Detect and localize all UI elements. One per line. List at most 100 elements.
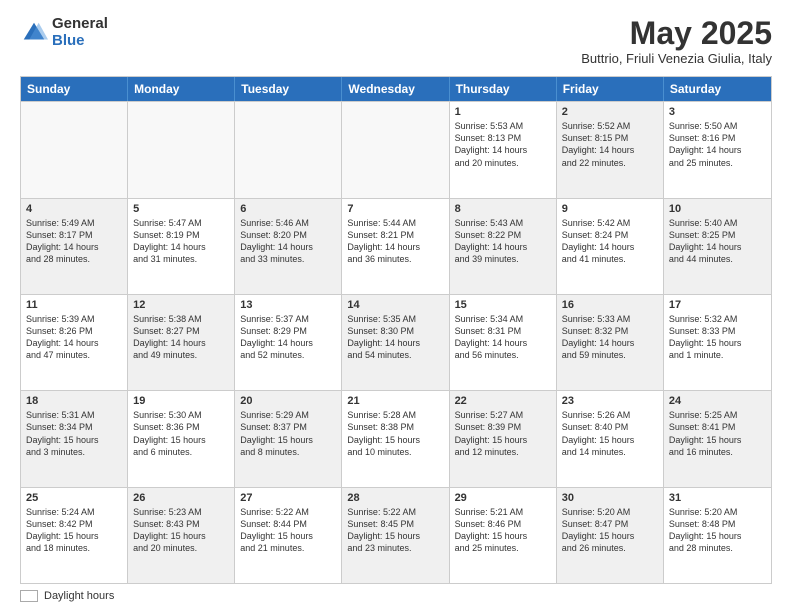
cal-cell: 6 Sunrise: 5:46 AM Sunset: 8:20 PM Daylig…: [235, 199, 342, 294]
cal-cell: 28 Sunrise: 5:22 AM Sunset: 8:45 PM Dayli…: [342, 488, 449, 583]
cell-text: Sunrise: 5:39 AM Sunset: 8:26 PM Dayligh…: [26, 313, 122, 362]
cell-text: Sunrise: 5:37 AM Sunset: 8:29 PM Dayligh…: [240, 313, 336, 362]
cal-cell: 25 Sunrise: 5:24 AM Sunset: 8:42 PM Dayli…: [21, 488, 128, 583]
day-number: 16: [562, 299, 658, 311]
day-number: 2: [562, 106, 658, 118]
day-number: 4: [26, 203, 122, 215]
cal-row: 1 Sunrise: 5:53 AM Sunset: 8:13 PM Daylig…: [21, 101, 771, 197]
cell-text: Sunrise: 5:33 AM Sunset: 8:32 PM Dayligh…: [562, 313, 658, 362]
cal-cell: 2 Sunrise: 5:52 AM Sunset: 8:15 PM Daylig…: [557, 102, 664, 197]
day-number: 18: [26, 395, 122, 407]
day-number: 15: [455, 299, 551, 311]
title-block: May 2025 Buttrio, Friuli Venezia Giulia,…: [581, 16, 772, 66]
cell-text: Sunrise: 5:53 AM Sunset: 8:13 PM Dayligh…: [455, 120, 551, 169]
cell-text: Sunrise: 5:52 AM Sunset: 8:15 PM Dayligh…: [562, 120, 658, 169]
month-title: May 2025: [581, 16, 772, 51]
cal-row: 25 Sunrise: 5:24 AM Sunset: 8:42 PM Dayli…: [21, 487, 771, 583]
cell-text: Sunrise: 5:43 AM Sunset: 8:22 PM Dayligh…: [455, 217, 551, 266]
cal-cell: 22 Sunrise: 5:27 AM Sunset: 8:39 PM Dayli…: [450, 391, 557, 486]
cell-text: Sunrise: 5:22 AM Sunset: 8:44 PM Dayligh…: [240, 506, 336, 555]
calendar-header: SundayMondayTuesdayWednesdayThursdayFrid…: [21, 77, 771, 101]
cal-cell: 3Sunrise: 5:50 AM Sunset: 8:16 PM Daylig…: [664, 102, 771, 197]
cal-cell: 15 Sunrise: 5:34 AM Sunset: 8:31 PM Dayli…: [450, 295, 557, 390]
cal-cell: 26 Sunrise: 5:23 AM Sunset: 8:43 PM Dayli…: [128, 488, 235, 583]
day-number: 6: [240, 203, 336, 215]
cell-text: Sunrise: 5:22 AM Sunset: 8:45 PM Dayligh…: [347, 506, 443, 555]
cell-text: Sunrise: 5:38 AM Sunset: 8:27 PM Dayligh…: [133, 313, 229, 362]
day-number: 7: [347, 203, 443, 215]
logo: General Blue: [20, 16, 108, 49]
cal-header-cell: Monday: [128, 77, 235, 101]
header: General Blue May 2025 Buttrio, Friuli Ve…: [20, 16, 772, 66]
cal-cell: 5 Sunrise: 5:47 AM Sunset: 8:19 PM Daylig…: [128, 199, 235, 294]
cal-cell: 27 Sunrise: 5:22 AM Sunset: 8:44 PM Dayli…: [235, 488, 342, 583]
cal-cell: 19 Sunrise: 5:30 AM Sunset: 8:36 PM Dayli…: [128, 391, 235, 486]
day-number: 20: [240, 395, 336, 407]
cal-header-cell: Saturday: [664, 77, 771, 101]
cell-text: Sunrise: 5:29 AM Sunset: 8:37 PM Dayligh…: [240, 409, 336, 458]
cell-text: Sunrise: 5:27 AM Sunset: 8:39 PM Dayligh…: [455, 409, 551, 458]
cell-text: Sunrise: 5:20 AM Sunset: 8:48 PM Dayligh…: [669, 506, 766, 555]
cal-cell: 21Sunrise: 5:28 AM Sunset: 8:38 PM Dayli…: [342, 391, 449, 486]
page: General Blue May 2025 Buttrio, Friuli Ve…: [0, 0, 792, 612]
day-number: 30: [562, 492, 658, 504]
cell-text: Sunrise: 5:32 AM Sunset: 8:33 PM Dayligh…: [669, 313, 766, 362]
cal-cell: 4Sunrise: 5:49 AM Sunset: 8:17 PM Daylig…: [21, 199, 128, 294]
cal-cell: 10Sunrise: 5:40 AM Sunset: 8:25 PM Dayli…: [664, 199, 771, 294]
cal-cell: 8Sunrise: 5:43 AM Sunset: 8:22 PM Daylig…: [450, 199, 557, 294]
day-number: 5: [133, 203, 229, 215]
cal-row: 11 Sunrise: 5:39 AM Sunset: 8:26 PM Dayli…: [21, 294, 771, 390]
day-number: 28: [347, 492, 443, 504]
cell-text: Sunrise: 5:46 AM Sunset: 8:20 PM Dayligh…: [240, 217, 336, 266]
cal-cell: 12 Sunrise: 5:38 AM Sunset: 8:27 PM Dayli…: [128, 295, 235, 390]
day-number: 23: [562, 395, 658, 407]
day-number: 22: [455, 395, 551, 407]
calendar: SundayMondayTuesdayWednesdayThursdayFrid…: [20, 76, 772, 584]
cal-cell: 9Sunrise: 5:42 AM Sunset: 8:24 PM Daylig…: [557, 199, 664, 294]
logo-icon: [20, 19, 48, 47]
day-number: 17: [669, 299, 766, 311]
legend-label: Daylight hours: [44, 590, 114, 602]
legend: Daylight hours: [20, 590, 772, 602]
cell-text: Sunrise: 5:34 AM Sunset: 8:31 PM Dayligh…: [455, 313, 551, 362]
day-number: 12: [133, 299, 229, 311]
day-number: 25: [26, 492, 122, 504]
cal-cell: 24Sunrise: 5:25 AM Sunset: 8:41 PM Dayli…: [664, 391, 771, 486]
day-number: 27: [240, 492, 336, 504]
cal-header-cell: Tuesday: [235, 77, 342, 101]
day-number: 1: [455, 106, 551, 118]
logo-text: General Blue: [52, 16, 108, 49]
day-number: 29: [455, 492, 551, 504]
day-number: 26: [133, 492, 229, 504]
cal-cell: 17 Sunrise: 5:32 AM Sunset: 8:33 PM Dayli…: [664, 295, 771, 390]
cell-text: Sunrise: 5:20 AM Sunset: 8:47 PM Dayligh…: [562, 506, 658, 555]
cal-header-cell: Thursday: [450, 77, 557, 101]
day-number: 9: [562, 203, 658, 215]
cell-text: Sunrise: 5:44 AM Sunset: 8:21 PM Dayligh…: [347, 217, 443, 266]
day-number: 19: [133, 395, 229, 407]
cal-cell: 20 Sunrise: 5:29 AM Sunset: 8:37 PM Dayli…: [235, 391, 342, 486]
logo-general: General: [52, 16, 108, 33]
cell-text: Sunrise: 5:23 AM Sunset: 8:43 PM Dayligh…: [133, 506, 229, 555]
cal-row: 18 Sunrise: 5:31 AM Sunset: 8:34 PM Dayli…: [21, 390, 771, 486]
day-number: 13: [240, 299, 336, 311]
cell-text: Sunrise: 5:47 AM Sunset: 8:19 PM Dayligh…: [133, 217, 229, 266]
cal-cell: 13 Sunrise: 5:37 AM Sunset: 8:29 PM Dayli…: [235, 295, 342, 390]
logo-blue: Blue: [52, 33, 108, 50]
day-number: 21: [347, 395, 443, 407]
cal-cell: 18 Sunrise: 5:31 AM Sunset: 8:34 PM Dayli…: [21, 391, 128, 486]
day-number: 11: [26, 299, 122, 311]
cell-text: Sunrise: 5:24 AM Sunset: 8:42 PM Dayligh…: [26, 506, 122, 555]
cal-cell: 23Sunrise: 5:26 AM Sunset: 8:40 PM Dayli…: [557, 391, 664, 486]
cell-text: Sunrise: 5:31 AM Sunset: 8:34 PM Dayligh…: [26, 409, 122, 458]
cell-text: Sunrise: 5:35 AM Sunset: 8:30 PM Dayligh…: [347, 313, 443, 362]
day-number: 24: [669, 395, 766, 407]
cal-row: 4Sunrise: 5:49 AM Sunset: 8:17 PM Daylig…: [21, 198, 771, 294]
day-number: 31: [669, 492, 766, 504]
cal-cell: 30 Sunrise: 5:20 AM Sunset: 8:47 PM Dayli…: [557, 488, 664, 583]
cal-cell: [342, 102, 449, 197]
cell-text: Sunrise: 5:30 AM Sunset: 8:36 PM Dayligh…: [133, 409, 229, 458]
day-number: 3: [669, 106, 766, 118]
cal-cell: [235, 102, 342, 197]
cal-cell: 11 Sunrise: 5:39 AM Sunset: 8:26 PM Dayli…: [21, 295, 128, 390]
